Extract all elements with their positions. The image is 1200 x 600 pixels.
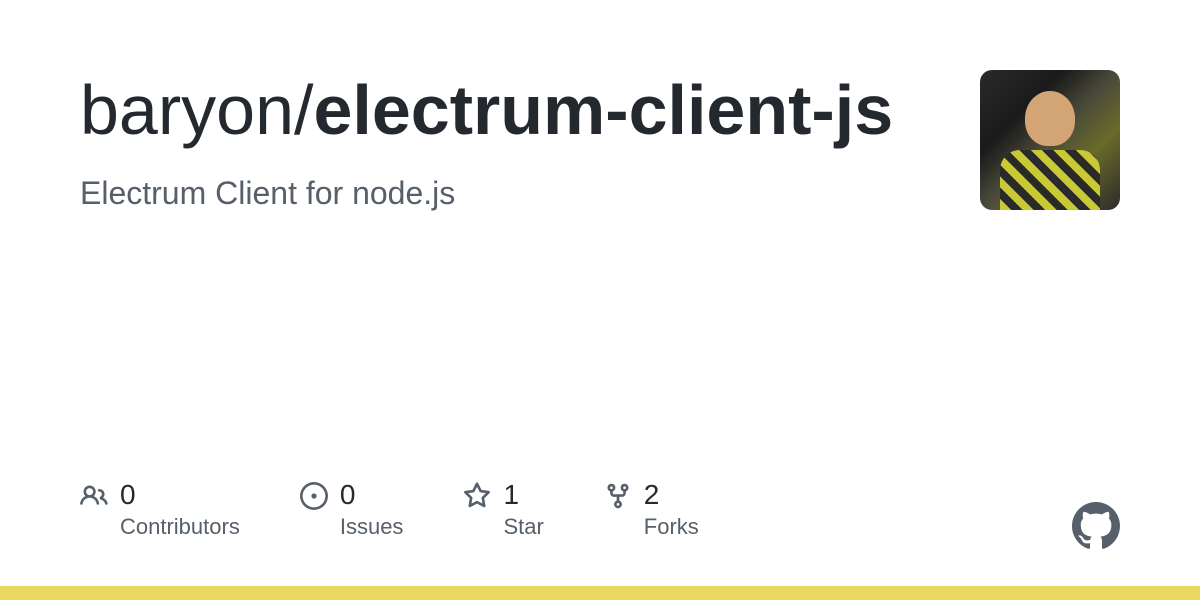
- repo-stats: 0 Contributors 0 Issues 1 Star 2 Forks: [80, 478, 699, 540]
- repo-separator: /: [294, 71, 313, 149]
- stat-forks[interactable]: 2 Forks: [604, 478, 699, 540]
- github-logo-icon[interactable]: [1072, 502, 1120, 550]
- issues-label: Issues: [340, 514, 404, 540]
- repo-name-link[interactable]: electrum-client-js: [314, 71, 894, 149]
- contributors-label: Contributors: [120, 514, 240, 540]
- repo-header: baryon/electrum-client-js Electrum Clien…: [0, 0, 1200, 212]
- stat-contributors[interactable]: 0 Contributors: [80, 478, 240, 540]
- avatar[interactable]: [980, 70, 1120, 210]
- language-bar: [0, 586, 1200, 600]
- stat-stars[interactable]: 1 Star: [463, 478, 543, 540]
- stat-text: 2 Forks: [644, 478, 699, 540]
- stars-count: 1: [503, 478, 543, 512]
- forks-count: 2: [644, 478, 699, 512]
- issue-icon: [300, 482, 328, 510]
- repo-title: baryon/electrum-client-js: [80, 70, 900, 151]
- repo-description: Electrum Client for node.js: [80, 175, 900, 212]
- repo-owner-link[interactable]: baryon: [80, 71, 294, 149]
- stat-issues[interactable]: 0 Issues: [300, 478, 404, 540]
- repo-info: baryon/electrum-client-js Electrum Clien…: [80, 70, 900, 212]
- star-icon: [463, 482, 491, 510]
- stat-text: 0 Contributors: [120, 478, 240, 540]
- issues-count: 0: [340, 478, 404, 512]
- stat-text: 1 Star: [503, 478, 543, 540]
- contributors-count: 0: [120, 478, 240, 512]
- fork-icon: [604, 482, 632, 510]
- people-icon: [80, 482, 108, 510]
- stat-text: 0 Issues: [340, 478, 404, 540]
- forks-label: Forks: [644, 514, 699, 540]
- stars-label: Star: [503, 514, 543, 540]
